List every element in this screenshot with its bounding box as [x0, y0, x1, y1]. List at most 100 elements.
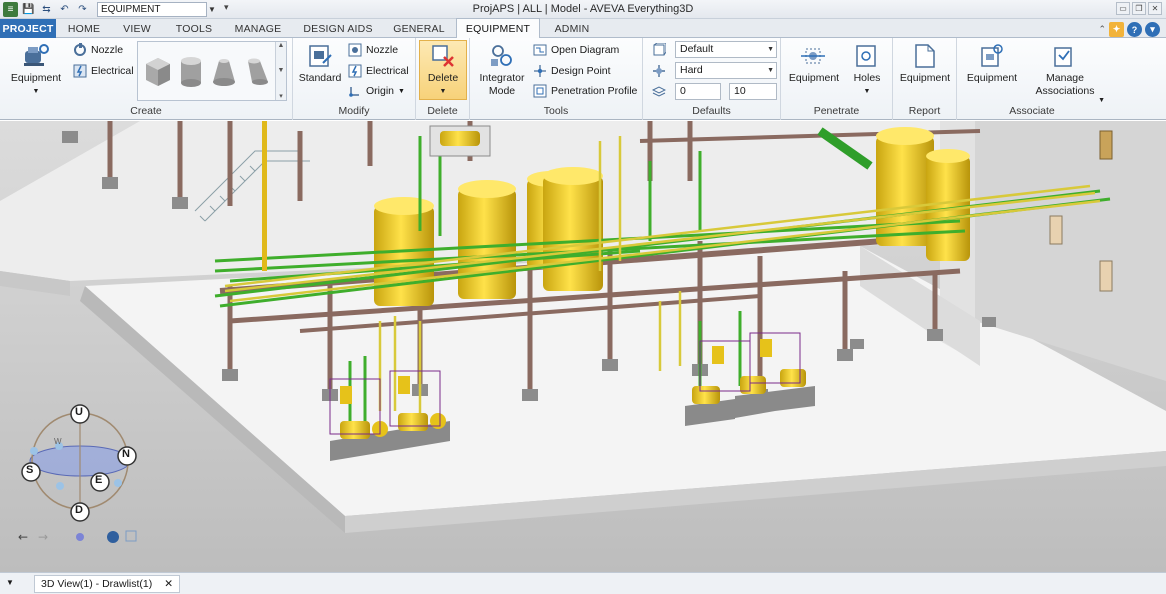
- tab-manage[interactable]: MANAGE: [228, 19, 288, 38]
- cylinder-primitive-icon[interactable]: [176, 54, 206, 88]
- app-menu-icon[interactable]: ≡: [3, 2, 18, 17]
- default-style-select[interactable]: Default ▼: [675, 41, 777, 58]
- help-icon[interactable]: ?: [1127, 22, 1142, 37]
- penetrate-equipment-button[interactable]: Equipment: [785, 42, 843, 85]
- penetrate-equipment-icon: [799, 42, 829, 70]
- globe-icon[interactable]: [107, 531, 119, 543]
- window-controls: ▭ ❐ ✕: [1116, 2, 1162, 15]
- settings-icon[interactable]: ✦: [1109, 22, 1124, 37]
- integrator-mode-button[interactable]: Integrator Mode: [476, 42, 528, 98]
- default-offset-input[interactable]: 0: [675, 83, 721, 100]
- compass-down-label[interactable]: D: [75, 504, 83, 516]
- modify-origin-label: Origin: [366, 85, 395, 97]
- create-equipment-label: Equipment: [10, 72, 62, 84]
- cone-primitive-icon[interactable]: [209, 54, 239, 88]
- tab-design-aids[interactable]: DESIGN AIDS: [296, 19, 380, 38]
- holes-icon: [852, 42, 882, 70]
- report-icon: [910, 42, 940, 70]
- design-point-button[interactable]: Design Point: [532, 62, 611, 80]
- wall-window-3: [1099, 260, 1113, 292]
- compass-south-label[interactable]: S: [26, 464, 33, 476]
- redo-icon[interactable]: ↷: [75, 2, 90, 17]
- default-style-value: Default: [680, 43, 714, 55]
- save-icon[interactable]: 💾: [21, 2, 36, 17]
- penetration-profile-button[interactable]: Penetration Profile: [532, 82, 637, 100]
- modify-origin-button[interactable]: Origin ▼: [347, 82, 405, 100]
- holes-label: Holes: [853, 72, 881, 84]
- default-value-value: 10: [734, 85, 746, 97]
- module-dropdown-icon[interactable]: ▼: [205, 2, 219, 16]
- group-create-label: Create: [130, 105, 162, 117]
- create-equipment-button[interactable]: Equipment ▼: [8, 42, 64, 98]
- create-nozzle-label: Nozzle: [91, 44, 124, 56]
- integrator-icon: [487, 42, 517, 70]
- top-right-icons: ⌃ ✦ ? ▾: [1098, 22, 1160, 37]
- manage-associations-button[interactable]: Manage Associations ▼: [1027, 42, 1105, 104]
- diagram-icon: [532, 43, 547, 58]
- modify-nozzle-button[interactable]: Nozzle: [347, 41, 398, 59]
- home-view-icon[interactable]: [76, 533, 84, 541]
- minimize-button[interactable]: ▭: [1116, 2, 1130, 15]
- tab-admin[interactable]: ADMIN: [548, 19, 596, 38]
- default-hardness-value: Hard: [680, 64, 703, 76]
- tab-general[interactable]: GENERAL: [388, 19, 450, 38]
- open-diagram-button[interactable]: Open Diagram: [532, 41, 619, 59]
- delete-icon: [428, 42, 458, 70]
- default-offset-value: 0: [680, 85, 686, 97]
- group-defaults: Default ▼ Hard ▼ 0 10 Defaults: [643, 38, 781, 120]
- close-button[interactable]: ✕: [1148, 2, 1162, 15]
- manage-associations-icon: [1050, 42, 1080, 70]
- tab-tools[interactable]: TOOLS: [166, 19, 222, 38]
- forward-arrow-icon[interactable]: →: [38, 530, 48, 544]
- back-arrow-icon[interactable]: ←: [18, 530, 28, 544]
- wall-window-1: [1099, 130, 1113, 160]
- collapse-ribbon-icon[interactable]: ⌃: [1098, 24, 1106, 35]
- style-icon: [651, 42, 666, 57]
- qat-customize-icon[interactable]: ▾: [224, 2, 229, 13]
- plant-model-scene[interactable]: ← →: [0, 121, 1166, 572]
- wall-window-2: [1049, 215, 1063, 245]
- module-select[interactable]: EQUIPMENT: [97, 2, 207, 17]
- nozzle-icon: [72, 43, 87, 58]
- doc-tab-close-icon[interactable]: ✕: [164, 578, 173, 590]
- report-equipment-label: Equipment: [899, 72, 951, 84]
- default-hardness-select[interactable]: Hard ▼: [675, 62, 777, 79]
- tab-project[interactable]: PROJECT: [0, 19, 56, 38]
- modify-electrical-label: Electrical: [366, 65, 409, 77]
- report-equipment-button[interactable]: Equipment: [896, 42, 954, 85]
- primitive-gallery[interactable]: ▲ ▼ ▾: [137, 41, 287, 101]
- tab-equipment[interactable]: EQUIPMENT: [456, 18, 540, 39]
- standard-icon: [305, 42, 335, 70]
- box-primitive-icon[interactable]: [143, 54, 173, 88]
- delete-button[interactable]: Delete ▼: [419, 42, 467, 98]
- origin-dropdown-icon: ▼: [398, 87, 405, 95]
- snout-primitive-icon[interactable]: [242, 54, 272, 88]
- tab-home[interactable]: HOME: [60, 19, 108, 38]
- create-nozzle-button[interactable]: Nozzle: [72, 41, 123, 59]
- modify-standard-button[interactable]: Standard: [298, 42, 342, 85]
- ribbon-tabs: PROJECT HOME VIEW TOOLS MANAGE DESIGN AI…: [0, 18, 1166, 39]
- info-icon[interactable]: ▾: [1145, 22, 1160, 37]
- 3d-viewport[interactable]: ← → U D S N E W: [0, 121, 1166, 572]
- quick-access-toolbar: ≡ 💾 ⇆ ↶ ↷ EQUIPMENT: [3, 1, 207, 18]
- compass-east-label[interactable]: E: [95, 474, 102, 486]
- sync-icon[interactable]: ⇆: [39, 2, 54, 17]
- restore-button[interactable]: ❐: [1132, 2, 1146, 15]
- group-tools-label: Tools: [543, 105, 569, 117]
- compass-up-label[interactable]: U: [75, 406, 83, 418]
- holes-button[interactable]: Holes ▼: [845, 42, 889, 98]
- modify-electrical-button[interactable]: Electrical: [347, 62, 409, 80]
- doc-tab-3d-view[interactable]: 3D View(1) - Drawlist(1) ✕: [34, 575, 181, 593]
- gallery-scrollbar[interactable]: ▲ ▼ ▾: [275, 42, 286, 100]
- group-defaults-label: Defaults: [692, 105, 731, 117]
- create-electrical-button[interactable]: Electrical: [72, 62, 134, 80]
- associate-equipment-button[interactable]: Equipment: [963, 42, 1021, 85]
- tab-list-dropdown-icon[interactable]: ▼: [6, 578, 14, 587]
- undo-icon[interactable]: ↶: [57, 2, 72, 17]
- tab-view[interactable]: VIEW: [114, 19, 160, 38]
- default-value-input[interactable]: 10: [729, 83, 777, 100]
- associate-equipment-label: Equipment: [966, 72, 1018, 84]
- compass-north-label[interactable]: N: [122, 448, 130, 460]
- modify-electrical-icon: [347, 64, 362, 79]
- document-tab-bar: ▼ 3D View(1) - Drawlist(1) ✕: [0, 572, 1166, 594]
